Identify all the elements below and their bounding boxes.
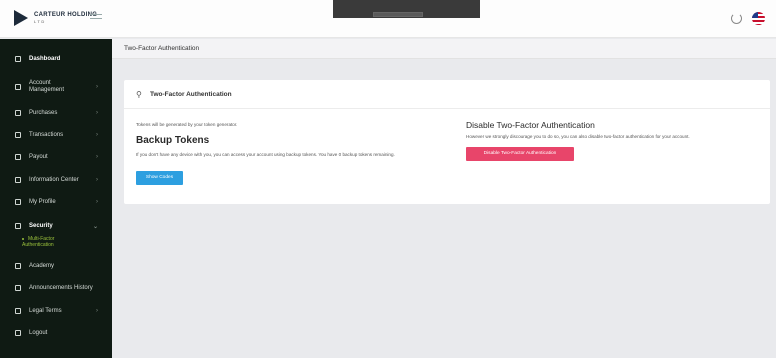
disable-2fa-button[interactable]: Disable Two-Factor Authentication (466, 147, 574, 161)
user-icon (15, 199, 21, 205)
logo-mark-icon (14, 10, 28, 26)
sidebar-item-label: Dashboard (29, 56, 61, 62)
chevron-right-icon: › (96, 308, 98, 314)
chevron-right-icon: › (96, 154, 98, 160)
monitor-icon (15, 56, 21, 62)
disable-2fa-title: Disable Two-Factor Authentication (466, 120, 595, 130)
sidebar-item-legal-terms[interactable]: Legal Terms › (0, 304, 112, 318)
sidebar-item-label: Legal Terms (29, 308, 62, 314)
sidebar-item-label: Purchases (29, 110, 58, 116)
menu-toggle-icon[interactable] (90, 14, 102, 24)
sidebar-item-transactions[interactable]: Transactions › (0, 128, 112, 142)
page-title: Two-Factor Authentication (124, 45, 200, 52)
card-header: ⚲ Two-Factor Authentication (124, 80, 770, 109)
sidebar-item-label: Payout (29, 154, 48, 160)
sidebar-item-label: My Profile (29, 199, 56, 205)
brand-sub: LTD (34, 19, 46, 24)
overlay-hint (373, 12, 423, 17)
sidebar-item-label: Announcements History (29, 285, 93, 291)
sidebar-item-security[interactable]: Security ⌄ (0, 219, 112, 233)
megaphone-icon (15, 285, 21, 291)
sidebar-item-announcements-history[interactable]: Announcements History (0, 281, 112, 295)
info-icon (15, 177, 21, 183)
card-title: Two-Factor Authentication (150, 91, 232, 98)
card-icon (15, 132, 21, 138)
chevron-right-icon: › (96, 110, 98, 116)
chevron-right-icon: › (96, 199, 98, 205)
show-codes-button[interactable]: Show Codes (136, 171, 183, 185)
sidebar-subitem-label: Multi-Factor Authentication (22, 236, 55, 248)
sidebar-item-purchases[interactable]: Purchases › (0, 106, 112, 120)
sidebar-item-academy[interactable]: Academy (0, 259, 112, 273)
sidebar-item-my-profile[interactable]: My Profile › (0, 195, 112, 209)
sidebar-item-label: Logout (29, 330, 48, 336)
users-icon (15, 84, 21, 90)
key-icon: ⚲ (136, 90, 142, 99)
sidebar-item-logout[interactable]: Logout (0, 326, 112, 340)
backup-tokens-title: Backup Tokens (136, 135, 210, 146)
chevron-right-icon: › (96, 177, 98, 183)
sidebar-subitem-multi-factor-authentication[interactable]: Multi-Factor Authentication (22, 236, 82, 248)
top-bar: CARTEUR HOLDING LTD (0, 0, 776, 38)
sidebar-item-account-management[interactable]: Account Management › (0, 77, 112, 97)
wallet-icon (15, 154, 21, 160)
us-flag-icon[interactable] (752, 12, 765, 25)
gavel-icon (15, 308, 21, 314)
sidebar-item-label: Academy (29, 263, 55, 269)
page-title-strip (112, 39, 776, 59)
chevron-down-icon: ⌄ (92, 223, 98, 230)
cart-icon (15, 110, 21, 116)
screen-overlay-bar (333, 0, 480, 18)
disable-2fa-text: However we strongly discourage you to do… (466, 134, 690, 139)
chevron-right-icon: › (96, 84, 98, 90)
sidebar-item-label: Transactions (29, 132, 64, 138)
key-icon (15, 223, 21, 229)
two-factor-card: ⚲ Two-Factor Authentication Tokens will … (124, 80, 770, 204)
sidebar-item-label: Information Center (29, 177, 79, 183)
sidebar-item-payout[interactable]: Payout › (0, 150, 112, 164)
tokens-note: Tokens will be generated by your token g… (136, 122, 238, 127)
sidebar-item-information-center[interactable]: Information Center › (0, 173, 112, 187)
sidebar-item-label: Security (29, 223, 53, 229)
sidebar: Dashboard Account Management › Purchases… (0, 39, 112, 358)
sidebar-item-label: Account Management (29, 80, 65, 93)
chevron-right-icon: › (96, 132, 98, 138)
book-icon (15, 263, 21, 269)
backup-tokens-text: If you don't have any device with you, y… (136, 152, 395, 157)
bullet-icon (22, 237, 24, 240)
sidebar-item-dashboard[interactable]: Dashboard (0, 51, 112, 67)
logout-icon (15, 330, 21, 336)
brand-logo[interactable]: CARTEUR HOLDING LTD (14, 10, 97, 26)
brand-name: CARTEUR HOLDING (34, 12, 98, 18)
refresh-icon[interactable] (731, 13, 742, 24)
